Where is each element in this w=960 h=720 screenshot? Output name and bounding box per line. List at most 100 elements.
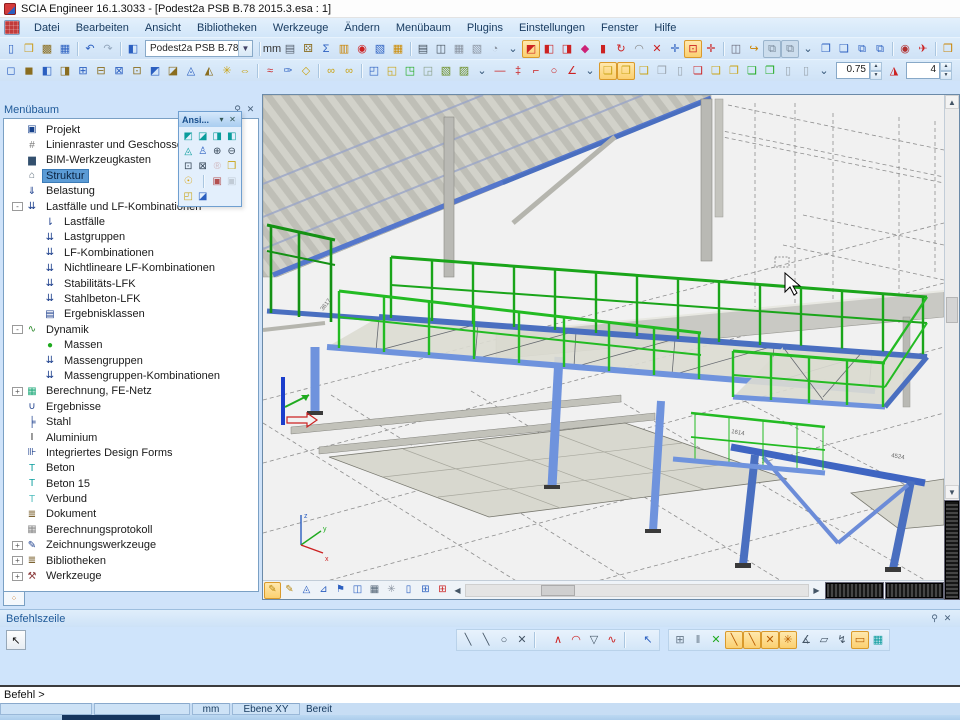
polygon-snap-icon[interactable]: ▱ bbox=[815, 631, 833, 649]
pin-icon[interactable]: ⚲ bbox=[928, 613, 941, 624]
results-table-icon[interactable]: ▦ bbox=[389, 40, 407, 58]
display-nodes-icon[interactable]: ◧ bbox=[540, 40, 558, 58]
chevron-down-icon[interactable]: ▾ bbox=[216, 115, 227, 124]
count-spinner[interactable]: 4 ▲▼ bbox=[906, 62, 952, 79]
probe-icon[interactable]: ✑ bbox=[279, 62, 297, 80]
generate-members-1-icon[interactable]: ◰ bbox=[365, 62, 383, 80]
toolbar-overflow-icon[interactable]: ⌄ bbox=[581, 62, 599, 80]
angle-snap-icon[interactable]: ∡ bbox=[797, 631, 815, 649]
snap-ortho-on-icon[interactable]: ✳ bbox=[779, 631, 797, 649]
tree-expander-icon[interactable] bbox=[30, 218, 41, 227]
tree-expander-icon[interactable] bbox=[12, 141, 23, 150]
batch-icon[interactable]: ▦ bbox=[366, 582, 383, 599]
spin-up-icon[interactable]: ▲ bbox=[940, 62, 952, 71]
node-numbers-icon[interactable]: ◨ bbox=[558, 40, 576, 58]
break-icon[interactable]: ◩ bbox=[146, 62, 164, 80]
tree-expander-icon[interactable] bbox=[30, 310, 41, 319]
snap-endpoint-on-icon[interactable]: ╲ bbox=[725, 631, 743, 649]
zoom-slider-left[interactable] bbox=[826, 583, 883, 598]
3d-model-view[interactable]: 1614 4524 3617 bbox=[263, 95, 944, 580]
project-combo[interactable]: Podest2a PSB B.78 ▼ bbox=[145, 40, 253, 57]
zoom-selection-icon[interactable]: ® bbox=[210, 159, 224, 174]
delete-filter-icon[interactable]: ✕ bbox=[648, 40, 666, 58]
tree-item[interactable]: ⇊ Stabilitäts-LFK bbox=[6, 276, 258, 291]
tree-expander-icon[interactable]: - bbox=[12, 202, 23, 211]
tree-item[interactable]: ⇊ Nichtlineare LF-Kombinationen bbox=[6, 261, 258, 276]
menu-item[interactable]: Hilfe bbox=[646, 20, 684, 36]
toolbar-overflow-icon[interactable]: ⌄ bbox=[815, 62, 833, 80]
scroll-right-icon[interactable]: ▶ bbox=[810, 583, 823, 598]
tree-expander-icon[interactable] bbox=[12, 464, 23, 473]
walk-mode-icon[interactable]: ♙ bbox=[196, 144, 210, 159]
table-edit-icon[interactable]: ▦ bbox=[869, 631, 887, 649]
fast-zoom-icon[interactable]: Z bbox=[955, 62, 960, 80]
render-shaded-icon[interactable]: ❐ bbox=[617, 62, 635, 80]
project-manager-icon[interactable]: ◧ bbox=[124, 40, 142, 58]
gallery-icon[interactable]: ▧ bbox=[371, 40, 389, 58]
rotate-icon[interactable]: ◨ bbox=[56, 62, 74, 80]
tree-item[interactable]: ⇊ LF-Kombinationen bbox=[6, 245, 258, 260]
zoom-all-icon[interactable]: ⊠ bbox=[196, 159, 210, 174]
snap-center-icon[interactable]: ○ bbox=[495, 631, 513, 649]
tree-tab-icon[interactable]: ⁘ bbox=[3, 592, 25, 606]
tree-expander-icon[interactable] bbox=[30, 233, 41, 242]
intersect-icon[interactable]: ◭ bbox=[200, 62, 218, 80]
tree-expander-icon[interactable] bbox=[12, 125, 23, 134]
status-plane[interactable]: Ebene XY bbox=[232, 703, 300, 715]
screenshot-1-icon[interactable]: ▣ bbox=[210, 174, 224, 189]
spinner-buttons[interactable]: ▲▼ bbox=[870, 62, 882, 79]
draw-0a-icon[interactable]: ✎ bbox=[264, 582, 281, 599]
copy-window-icon[interactable]: ❐ bbox=[817, 40, 835, 58]
lasso-select-icon[interactable]: ◠ bbox=[630, 40, 648, 58]
vscroll-thumb[interactable] bbox=[946, 297, 958, 323]
link-1-icon[interactable]: ∞ bbox=[322, 62, 340, 80]
join-icon[interactable]: ◪ bbox=[164, 62, 182, 80]
snap-curve-icon[interactable]: ∿ bbox=[603, 631, 621, 649]
3d-scene[interactable]: 1614 4524 3617 bbox=[263, 95, 944, 580]
label-h1-icon[interactable]: ▯ bbox=[779, 62, 797, 80]
level-icon[interactable]: ⊿ bbox=[315, 582, 332, 599]
polyline-edit-icon[interactable]: ◬ bbox=[182, 62, 200, 80]
snap-intersect-on-icon[interactable]: ✕ bbox=[761, 631, 779, 649]
separator[interactable] bbox=[358, 63, 365, 79]
snap-midpoint-on-icon[interactable]: ╲ bbox=[743, 631, 761, 649]
render-wireframe-icon[interactable]: ❏ bbox=[599, 62, 617, 80]
menu-item[interactable]: Bibliotheken bbox=[189, 20, 265, 36]
layout-icon[interactable]: ▯ bbox=[400, 582, 417, 599]
separator[interactable] bbox=[531, 631, 549, 649]
vertical-zoom-slider[interactable] bbox=[945, 501, 959, 599]
menu-item[interactable]: Einstellungen bbox=[511, 20, 593, 36]
scale-spinner-value[interactable]: 0.75 bbox=[836, 62, 870, 79]
separator[interactable] bbox=[256, 41, 263, 57]
export-image-icon[interactable]: ↪ bbox=[745, 40, 763, 58]
tree-expander-icon[interactable] bbox=[12, 510, 23, 519]
lock-nodes-icon[interactable]: ◆ bbox=[576, 40, 594, 58]
load-scale-icon[interactable]: ◮ bbox=[885, 62, 903, 80]
label-h2-icon[interactable]: ▯ bbox=[797, 62, 815, 80]
link-2-icon[interactable]: ∞ bbox=[340, 62, 358, 80]
stretch-icon[interactable]: ⊟ bbox=[92, 62, 110, 80]
tree-item[interactable]: + ▦ Berechnung, FE-Netz bbox=[6, 384, 258, 399]
tree-expander-icon[interactable] bbox=[12, 402, 23, 411]
menu-item[interactable]: Plugins bbox=[459, 20, 511, 36]
camera-angle-1-icon[interactable]: ⧉ bbox=[763, 40, 781, 58]
raster-lines-icon[interactable]: ‖ bbox=[689, 631, 707, 649]
activity-column-off-icon[interactable]: ◲ bbox=[419, 62, 437, 80]
print-preview-icon[interactable]: ◫ bbox=[432, 40, 450, 58]
render-b-icon[interactable]: ❐ bbox=[725, 62, 743, 80]
render-x-icon[interactable]: ❑ bbox=[707, 62, 725, 80]
snap-intersection-icon[interactable]: ✕ bbox=[513, 631, 531, 649]
dim-circle-icon[interactable]: ○ bbox=[545, 62, 563, 80]
save-all-icon[interactable]: ▩ bbox=[38, 40, 56, 58]
status-units[interactable]: mm bbox=[192, 703, 230, 715]
separator[interactable] bbox=[720, 41, 727, 57]
scroll-left-icon[interactable]: ◀ bbox=[451, 583, 464, 598]
zoom-slider-right[interactable] bbox=[886, 583, 943, 598]
render-hidden-icon[interactable]: ❒ bbox=[653, 62, 671, 80]
dim-angle-icon[interactable]: ∠ bbox=[563, 62, 581, 80]
show-node-zero-icon[interactable]: ⊡ bbox=[684, 40, 702, 58]
undo-icon[interactable]: ↶ bbox=[81, 40, 99, 58]
grid-red-icon[interactable]: ⊞ bbox=[434, 582, 451, 599]
snap-points-toggle-icon[interactable]: ✕ bbox=[707, 631, 725, 649]
tree-expander-icon[interactable] bbox=[30, 294, 41, 303]
